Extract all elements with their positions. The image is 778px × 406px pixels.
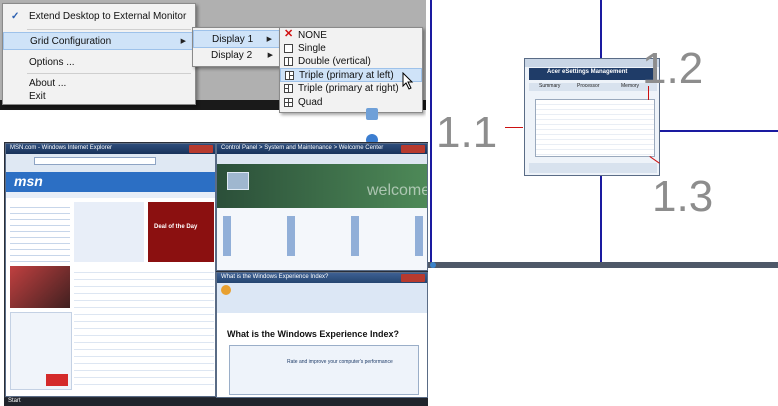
menu-item-options[interactable]: Options ...	[3, 54, 195, 72]
msn-ad-banner	[148, 202, 214, 262]
monitor-taskbar	[426, 262, 778, 268]
menu-item-none[interactable]: ✕ NONE	[280, 28, 422, 42]
display-submenu: Display 1 ▶ Display 2 ▶	[192, 27, 282, 67]
mouse-cursor-icon	[402, 72, 414, 90]
window-titlebar	[525, 59, 659, 67]
document-heading: What is the Windows Experience Index?	[227, 329, 399, 339]
menu-item-label: Display 2	[211, 50, 253, 61]
submenu-arrow-icon: ▶	[267, 52, 273, 59]
window-controls[interactable]	[401, 274, 425, 282]
menu-item-label: Extend Desktop to External Monitor	[29, 11, 187, 22]
tab-memory[interactable]: Memory	[621, 83, 639, 89]
menu-item-label: Triple (primary at left)	[299, 70, 394, 81]
red-promo-box	[46, 374, 68, 386]
menu-item-label: Double (vertical)	[298, 56, 371, 67]
menu-item-label: Display 1	[212, 34, 254, 45]
menu-item-quad[interactable]: Quad	[280, 96, 422, 110]
word-document-window: What is the Windows Experience Index? Wh…	[216, 272, 428, 398]
tab-processor[interactable]: Processor	[577, 83, 600, 89]
office-orb-icon[interactable]	[221, 285, 231, 295]
msn-logo: msn	[14, 173, 43, 189]
msn-nav	[6, 192, 215, 198]
dialog-info-table	[535, 99, 655, 157]
menu-item-label: NONE	[298, 30, 327, 41]
welcome-text: welcome	[367, 182, 428, 199]
menu-item-triple-right[interactable]: Triple (primary at right)	[280, 82, 422, 96]
window-title: What is the Windows Experience Index?	[221, 274, 329, 280]
window-controls[interactable]	[189, 145, 213, 153]
control-panel-window: Control Panel > System and Maintenance >…	[216, 143, 428, 271]
quad-grid-icon	[284, 98, 293, 107]
ie-browser-window: MSN.com - Windows Internet Explorer msn …	[5, 143, 216, 397]
window-title: Control Panel > System and Maintenance >…	[221, 145, 384, 151]
menu-item-label: Exit	[29, 91, 46, 102]
address-bar[interactable]	[34, 157, 156, 165]
menu-item-label: Options ...	[29, 57, 75, 68]
msn-lower-content	[74, 266, 214, 386]
single-grid-icon	[284, 44, 293, 53]
start-orb-icon	[430, 262, 436, 268]
taskbar	[4, 398, 428, 406]
menu-separator	[27, 73, 191, 74]
msn-news	[74, 202, 144, 262]
menu-item-exit[interactable]: Exit	[3, 90, 195, 104]
menu-separator	[27, 29, 191, 30]
acer-esettings-window: Acer eSettings Management Summary Proces…	[524, 58, 660, 176]
menu-item-double-vertical[interactable]: Double (vertical)	[280, 55, 422, 68]
embedded-subheading: Rate and improve your computer's perform…	[287, 359, 393, 365]
menu-item-label: Grid Configuration	[30, 36, 112, 47]
menu-item-label: About ...	[29, 78, 67, 89]
callout-label: 1.2	[642, 44, 704, 93]
menu-item-label: Single	[298, 43, 326, 54]
window-title: MSN.com - Windows Internet Explorer	[10, 145, 113, 151]
callout-arrow	[648, 86, 649, 100]
msn-feature-image	[10, 266, 70, 308]
double-vertical-grid-icon	[284, 57, 293, 66]
menu-item-grid-configuration[interactable]: Grid Configuration ▶	[3, 32, 195, 50]
tab-summary[interactable]: Summary	[539, 83, 560, 89]
menu-item-triple-left[interactable]: Triple (primary at left)	[280, 68, 422, 82]
grid-submenu: ✕ NONE Single Double (vertical) Triple (…	[279, 27, 423, 113]
cp-task-icons	[223, 216, 423, 256]
checkmark-icon: ✓	[11, 11, 20, 22]
menu-item-display-2[interactable]: Display 2 ▶	[193, 47, 281, 65]
menu-item-display-1[interactable]: Display 1 ▶	[193, 30, 281, 48]
window-controls[interactable]	[401, 145, 425, 153]
submenu-arrow-icon: ▶	[180, 38, 186, 45]
ribbon	[217, 283, 427, 313]
menu-item-extend-desktop[interactable]: ✓ Extend Desktop to External Monitor	[3, 8, 195, 26]
dialog-footer	[529, 163, 657, 173]
triple-left-grid-icon	[285, 71, 294, 80]
dialog-header-title: Acer eSettings Management	[547, 69, 628, 75]
ad-headline: Deal of the Day	[154, 224, 198, 230]
menu-item-single[interactable]: Single	[280, 42, 422, 55]
red-x-icon: ✕	[284, 28, 294, 40]
cp-toolbar	[217, 154, 427, 164]
tray-context-menu: ✓ Extend Desktop to External Monitor Gri…	[2, 3, 196, 105]
grid-line-vertical	[430, 0, 432, 268]
triple-right-grid-icon	[284, 84, 293, 93]
callout-arrow	[505, 127, 523, 128]
embedded-screenshot	[229, 345, 419, 395]
start-button[interactable]: Start	[8, 398, 21, 404]
computer-icon	[227, 172, 249, 190]
callout-label: 1.1	[436, 108, 498, 157]
msn-left-links	[10, 202, 70, 262]
desktop-icon-recycle[interactable]	[366, 108, 378, 120]
menu-item-label: Quad	[298, 97, 323, 108]
menu-item-label: Triple (primary at right)	[298, 83, 399, 94]
callout-label: 1.3	[652, 172, 714, 221]
